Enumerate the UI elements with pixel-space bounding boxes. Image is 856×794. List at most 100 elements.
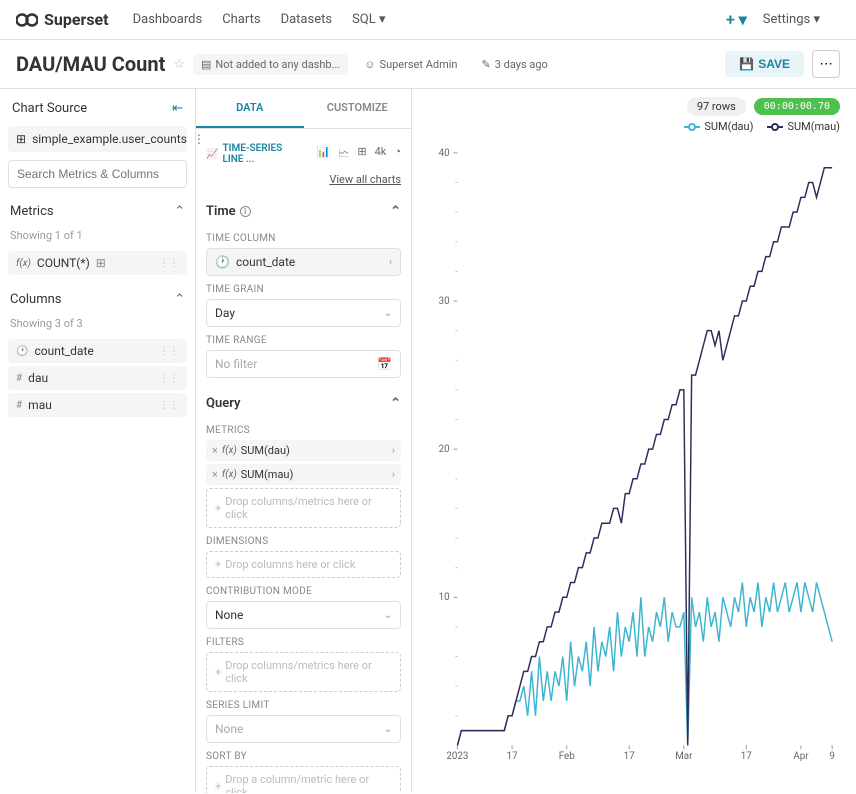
time-range-select[interactable]: No filter 📅 [206,350,401,378]
page-title: DAU/MAU Count [16,52,165,76]
column-label: dau [28,371,48,385]
svg-text:17: 17 [507,751,519,762]
chart-source-label: Chart Source [12,101,87,116]
tab-customize[interactable]: CUSTOMIZE [304,89,412,128]
filters-label: FILTERS [206,637,401,648]
sort-by-label: SORT BY [206,751,401,762]
metric-item[interactable]: f(x)COUNT(*)⊞⋮⋮ [8,251,187,275]
calendar-icon: 📅 [377,357,392,371]
fx-icon: f(x) [222,445,237,456]
time-range-value: No filter [215,357,257,371]
time-grain-select[interactable]: Day ⌄ [206,299,401,327]
remove-icon[interactable]: × [212,468,218,481]
metric-chip-label: SUM(mau) [241,468,294,481]
metric-chip-label: SUM(dau) [241,444,290,457]
time-column-value: count_date [236,255,295,269]
view-all-charts-link[interactable]: View all charts [206,173,401,186]
nav-settings[interactable]: Settings ▾ [763,12,820,27]
plus-icon: + [215,558,221,571]
legend-dau-label: SUM(dau) [704,120,753,133]
metric-chip[interactable]: ×f(x)SUM(mau)› [206,464,401,485]
clock-icon: 🕐 [215,255,230,269]
column-item[interactable]: #dau⋮⋮ [8,366,187,390]
svg-text:20: 20 [439,444,450,455]
chevron-up-icon: ⌃ [174,204,185,219]
series-limit-select[interactable]: None ⌄ [206,715,401,743]
brand-name: Superset [44,10,109,29]
drop-hint: Drop columns/metrics here or click [225,495,392,521]
info-icon[interactable]: i [240,206,251,217]
viz-type-label: TIME-SERIES LINE ... [222,143,304,165]
legend-mau-label: SUM(mau) [787,120,840,133]
chevron-down-icon: ⌄ [384,308,392,319]
legend-mau[interactable]: SUM(mau) [767,120,840,133]
add-button[interactable]: + ▾ [726,10,747,29]
column-item[interactable]: 🕐count_date⋮⋮ [8,339,187,363]
grip-icon: ⋮⋮ [159,346,179,357]
query-group-head[interactable]: Query ⌃ [206,390,401,417]
contribution-select[interactable]: None ⌄ [206,601,401,629]
svg-text:17: 17 [741,751,753,762]
time-grain-value: Day [215,306,235,320]
time-range-label: TIME RANGE [206,335,401,346]
area-chart-icon[interactable]: 🗠 [338,145,349,164]
chevron-up-icon: ⌃ [390,204,401,219]
chevron-right-icon: › [389,257,392,268]
columns-section-head[interactable]: Columns ⌃ [8,288,187,311]
owner-chip: ☺ Superset Admin [356,54,465,75]
metrics-label: Metrics [10,204,54,219]
chart-canvas[interactable]: 10203040202317Feb17Mar17Apr9 [428,137,840,777]
grip-icon: ⋮⋮ [159,258,179,269]
table-icon[interactable]: ⊞ [357,145,366,164]
drop-hint: Drop columns here or click [225,558,355,571]
4k-option[interactable]: 4k [375,145,387,164]
filters-drop-zone[interactable]: + Drop columns/metrics here or click [206,652,401,692]
tab-data[interactable]: DATA [196,89,304,128]
pencil-icon: ✎ [481,58,490,71]
grip-icon: ⋮⋮ [159,400,179,411]
dimensions-label: DIMENSIONS [206,536,401,547]
collapse-sidebar-icon[interactable]: ⇤ [172,101,183,116]
columns-count: Showing 3 of 3 [8,311,187,336]
row-count-badge: 97 rows [687,97,746,116]
dataset-pill[interactable]: ⊞ simple_example.user_counts ⋮ [8,126,187,152]
viz-type-selector[interactable]: 📈 TIME-SERIES LINE ... [206,143,305,165]
contribution-label: CONTRIBUTION MODE [206,586,401,597]
nav-charts[interactable]: Charts [222,12,260,27]
metric-chip[interactable]: × f(x) SUM(dau) › [206,440,401,461]
table-icon: ⊞ [96,256,106,270]
nav-dashboards[interactable]: Dashboards [133,12,203,27]
svg-text:Mar: Mar [675,751,693,762]
gauge-icon[interactable]: ◔ [394,145,401,164]
table-icon: ⊞ [16,132,26,146]
remove-icon[interactable]: × [212,444,218,457]
legend-dau[interactable]: SUM(dau) [684,120,753,133]
column-item[interactable]: #mau⋮⋮ [8,393,187,417]
chevron-right-icon: › [392,468,395,481]
ellipsis-icon: ⋯ [819,56,832,72]
nav-datasets[interactable]: Datasets [281,12,333,27]
svg-text:40: 40 [439,148,450,159]
svg-text:2023: 2023 [446,751,468,762]
dashboard-chip[interactable]: ▤ Not added to any dashb... [193,54,348,75]
chevron-up-icon: ⌃ [390,396,401,411]
time-column-select[interactable]: 🕐 count_date › [206,248,401,276]
dimensions-drop-zone[interactable]: + Drop columns here or click [206,551,401,578]
chevron-right-icon: › [392,444,395,457]
save-button[interactable]: 💾 SAVE [725,51,804,77]
svg-text:Apr: Apr [793,751,809,762]
time-group-head[interactable]: Time i ⌃ [206,198,401,225]
metrics-section-head[interactable]: Metrics ⌃ [8,200,187,223]
search-input[interactable] [8,160,187,188]
contribution-value: None [215,608,243,622]
sort-by-drop-zone[interactable]: + Drop a column/metric here or click [206,766,401,793]
logo[interactable]: Superset [16,10,109,29]
nav-sql[interactable]: SQL ▾ [352,12,385,27]
bar-chart-icon[interactable]: 📊 [317,145,331,164]
metrics-drop-zone[interactable]: + Drop columns/metrics here or click [206,488,401,528]
more-button[interactable]: ⋯ [812,50,840,78]
modified-chip: ✎ 3 days ago [473,54,555,75]
favorite-star-icon[interactable]: ☆ [173,57,185,72]
chevron-down-icon: ⌄ [384,724,392,735]
column-label: count_date [34,344,93,358]
